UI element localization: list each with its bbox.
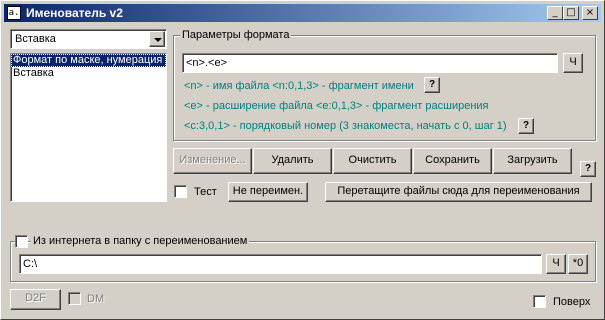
app-icon[interactable]: a.: [7, 6, 21, 20]
change-button[interactable]: Изменение...: [173, 148, 252, 174]
clear-button[interactable]: Очистить: [333, 148, 412, 174]
mode-select[interactable]: Вставка: [10, 29, 167, 49]
main-window: a. Именователь v2 _ □ × Вставка Формат п…: [0, 0, 605, 320]
format-params-group: Параметры формата <n>.<e> Ч <n> - имя фа…: [173, 29, 596, 141]
internet-checkbox[interactable]: [15, 235, 28, 248]
chevron-down-icon: [154, 38, 162, 42]
mode-select-value: Вставка: [15, 33, 56, 45]
mask-input[interactable]: <n>.<e>: [182, 53, 558, 73]
dm-checkbox-label: DM: [87, 293, 105, 305]
test-checkbox[interactable]: [174, 185, 187, 198]
window-title: Именователь v2: [26, 6, 123, 20]
format-params-title: Параметры формата: [180, 29, 292, 41]
hint-extension: <e> - расширение файла <e:0,1,3> - фрагм…: [184, 100, 489, 112]
target-folder-input[interactable]: C:\: [19, 254, 542, 274]
mode-list[interactable]: Формат по маске, нумерация Вставка: [10, 53, 167, 202]
d2f-button[interactable]: D2F: [10, 289, 61, 310]
no-rename-button[interactable]: Не переимен.: [228, 182, 308, 202]
list-item[interactable]: Формат по маске, нумерация: [11, 54, 166, 67]
minimize-icon: _: [552, 7, 558, 18]
close-icon: ×: [585, 7, 595, 18]
folder-star-button[interactable]: *0: [568, 254, 588, 274]
on-top-checkbox-label: Поверх: [553, 296, 591, 308]
maximize-icon: □: [566, 7, 576, 18]
delete-button[interactable]: Удалить: [253, 148, 332, 174]
internet-group: Из интернета в папку с переименованием C…: [10, 235, 596, 282]
on-top-checkbox[interactable]: [533, 295, 546, 308]
help-counter-button[interactable]: ?: [518, 118, 534, 134]
help-name-button[interactable]: ?: [424, 77, 440, 93]
save-button[interactable]: Сохранить: [413, 148, 492, 174]
test-checkbox-label: Тест: [194, 186, 217, 198]
close-button[interactable]: ×: [582, 6, 598, 20]
folder-insert-button[interactable]: Ч: [546, 254, 566, 274]
mode-select-dropdown-button[interactable]: [149, 31, 165, 47]
title-bar[interactable]: a. Именователь v2 _ □ ×: [4, 4, 601, 22]
drop-files-button[interactable]: Перетащите файлы сюда для переименования: [325, 182, 592, 202]
minimize-button[interactable]: _: [547, 6, 563, 20]
mask-input-value: <n>.<e>: [186, 57, 227, 69]
hint-counter: <c:3,0,1> - порядковый номер (3 знакомес…: [184, 120, 507, 132]
mask-insert-button[interactable]: Ч: [563, 53, 583, 73]
target-folder-value: C:\: [23, 258, 38, 270]
hint-name: <n> - имя файла <n:0,1,3> - фрагмент име…: [184, 80, 414, 92]
list-item[interactable]: Вставка: [11, 67, 166, 80]
load-button[interactable]: Загрузить: [493, 148, 572, 174]
help-button[interactable]: ?: [580, 161, 596, 177]
dm-checkbox[interactable]: [68, 292, 81, 305]
internet-group-title: Из интернета в папку с переименованием: [31, 235, 250, 247]
maximize-button[interactable]: □: [563, 6, 579, 20]
